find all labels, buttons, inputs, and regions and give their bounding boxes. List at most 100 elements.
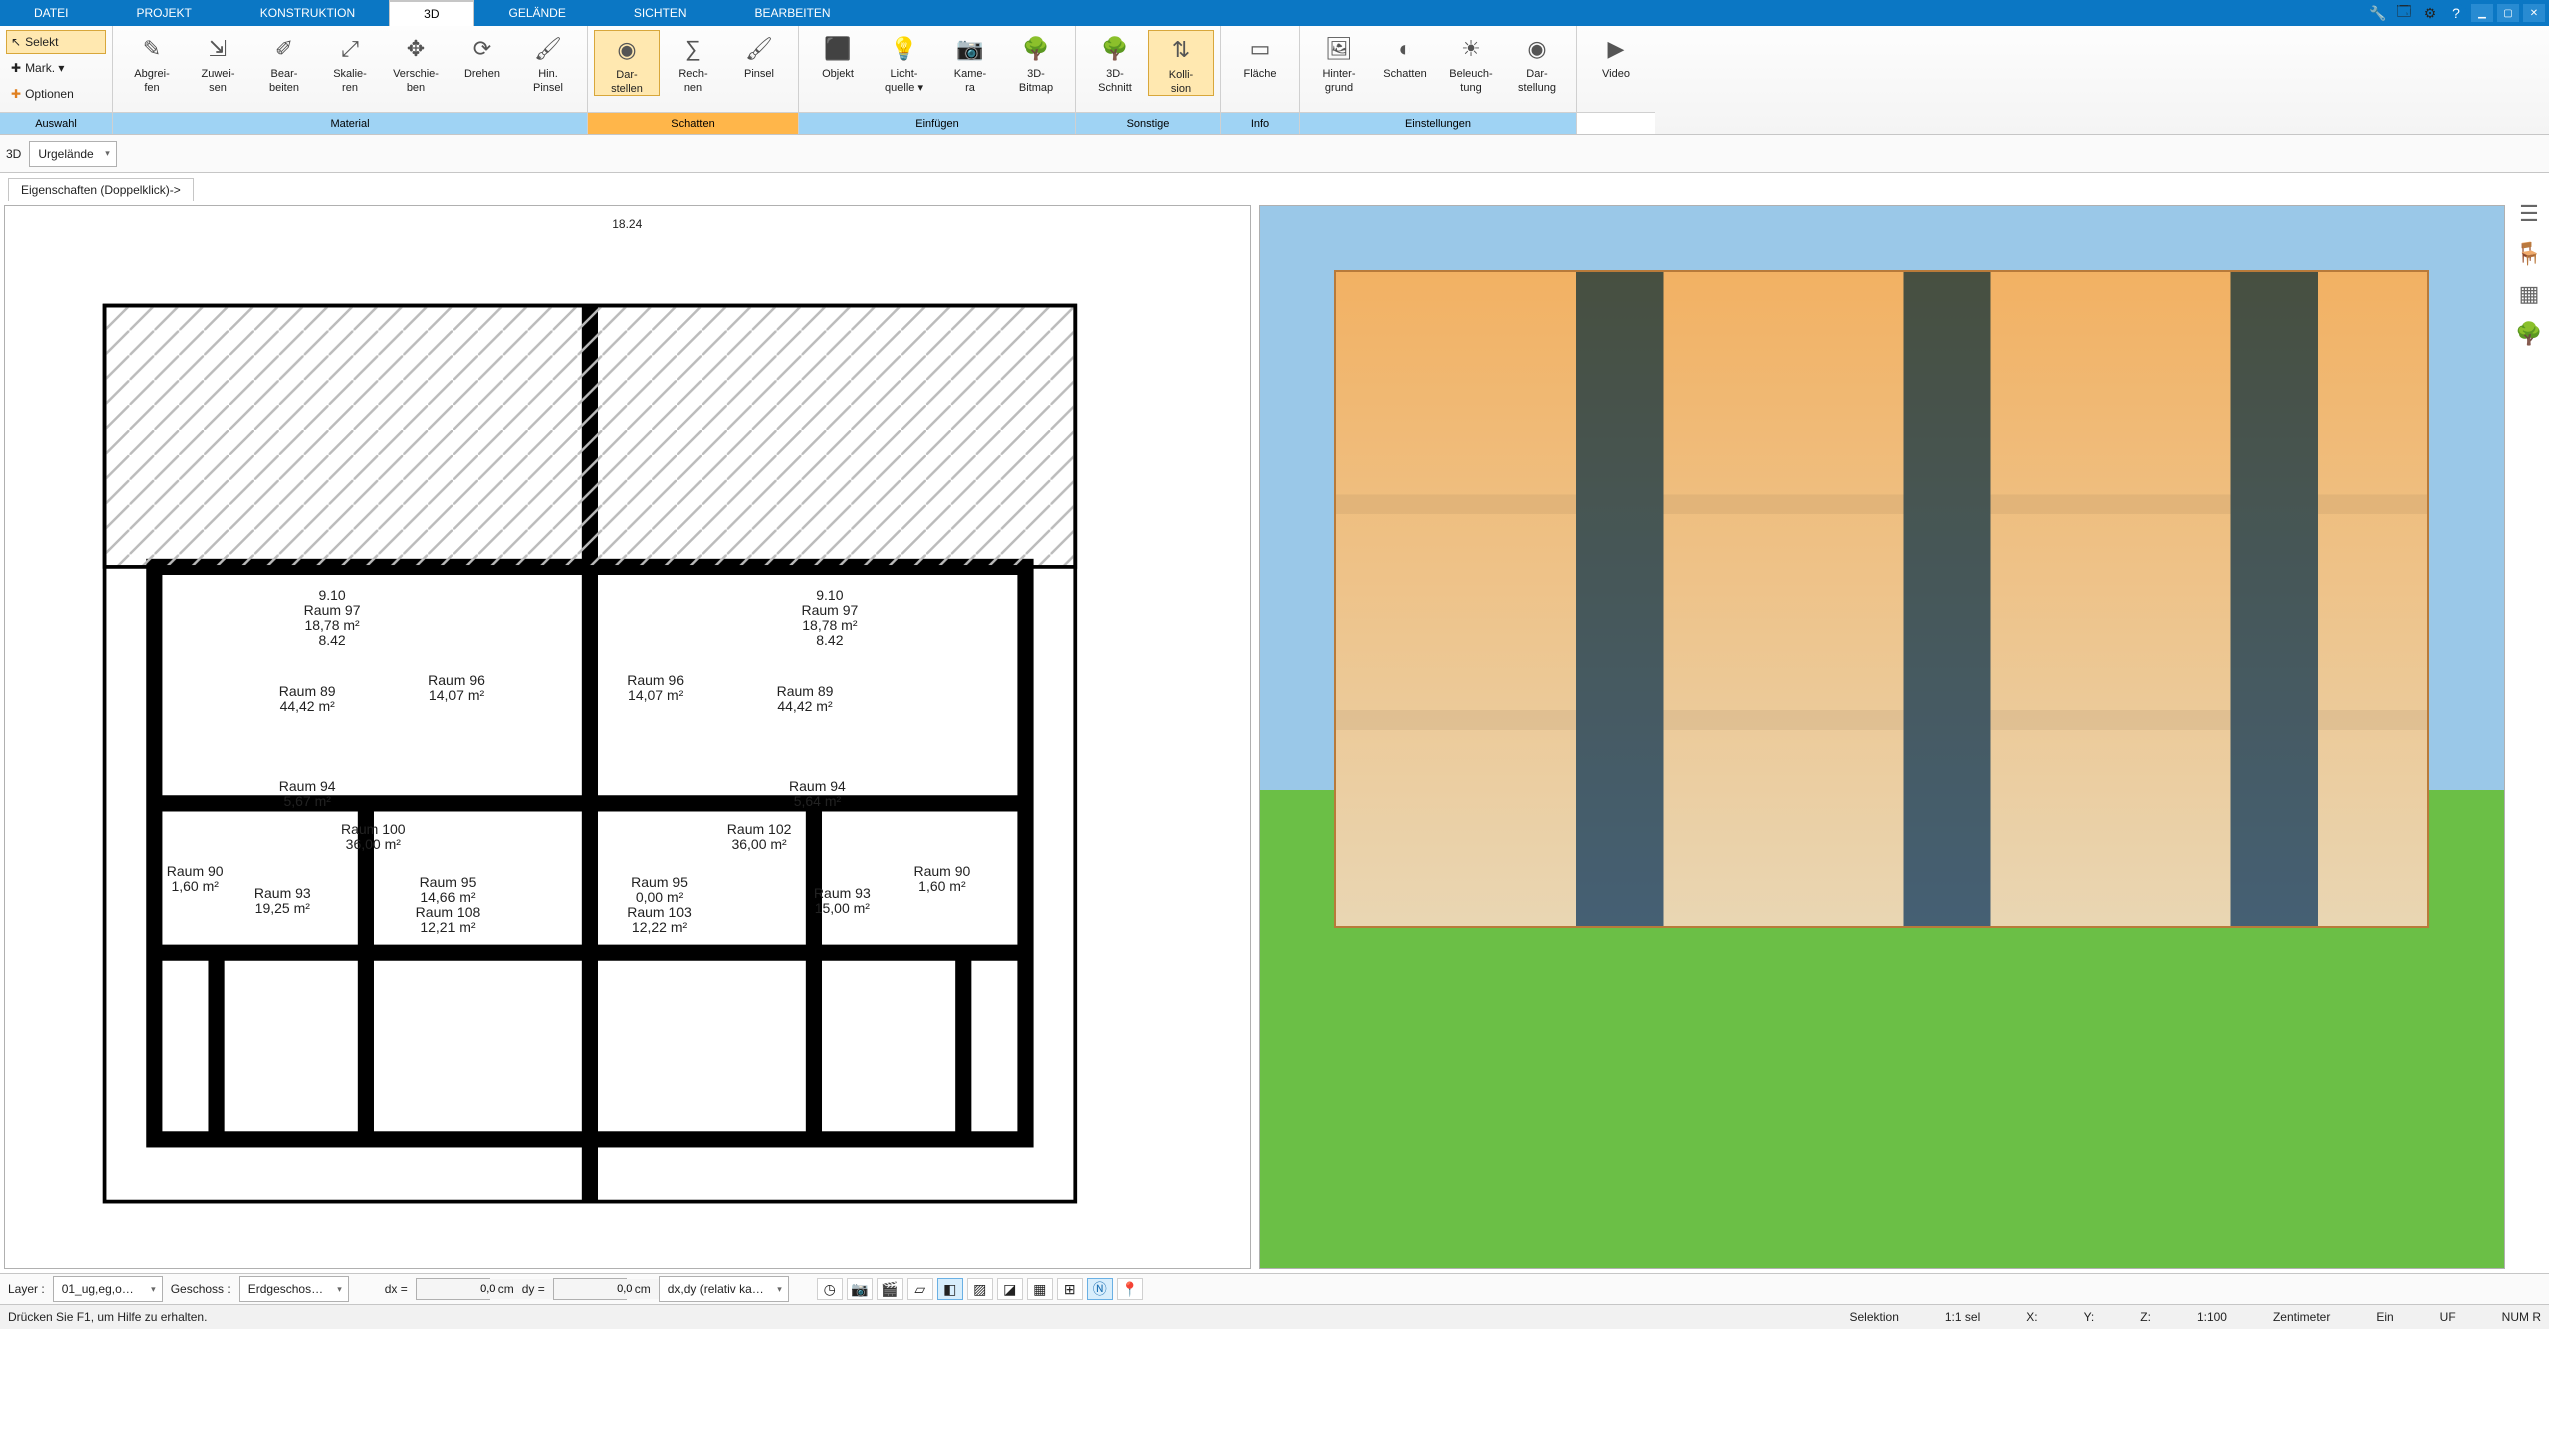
ribbon: ↖Selekt ✚Mark. ▾ ✚Optionen Auswahl ✎Abgr… <box>0 26 2549 135</box>
ribbon-icon: ⟳ <box>465 32 499 66</box>
selekt-button[interactable]: ↖Selekt <box>6 30 106 54</box>
rel-combo[interactable]: dx,dy (relativ ka… <box>659 1276 789 1302</box>
ribbon-btn-einfuegen-3[interactable]: 🌳3D-Bitmap <box>1003 30 1069 94</box>
dy-label: dy = <box>522 1282 545 1296</box>
workspace: 18.24 9.10Raum 9718,78 m²8.42Raum 8944,4… <box>0 201 2509 1273</box>
ribbon-btn-einfuegen-1[interactable]: 💡Licht-quelle ▾ <box>871 30 937 94</box>
ribbon-btn-einst-1[interactable]: ◐Schatten <box>1372 30 1438 82</box>
group-label-auswahl: Auswahl <box>0 112 112 134</box>
ribbon-icon: ◉ <box>610 33 644 67</box>
ribbon-btn-schatten-1[interactable]: ∑Rech-nen <box>660 30 726 94</box>
video-icon[interactable]: 🎬 <box>877 1278 903 1300</box>
ribbon-group-info: ▭Fläche Info <box>1221 26 1300 134</box>
view-b-icon[interactable]: ◧ <box>937 1278 963 1300</box>
properties-tab[interactable]: Eigenschaften (Doppelklick)-> <box>8 178 194 201</box>
ribbon-group-auswahl: ↖Selekt ✚Mark. ▾ ✚Optionen Auswahl <box>0 26 113 134</box>
mark-button[interactable]: ✚Mark. ▾ <box>6 56 106 80</box>
ribbon-btn-einfuegen-2[interactable]: 📷Kame-ra <box>937 30 1003 94</box>
north-icon[interactable]: Ⓝ <box>1087 1278 1113 1300</box>
ribbon-btn-schatten-0[interactable]: ◉Dar-stellen <box>594 30 660 96</box>
ribbon-btn-material-0[interactable]: ✎Abgrei-fen <box>119 30 185 94</box>
context-bar: 3D Urgelände <box>0 135 2549 173</box>
optionen-button[interactable]: ✚Optionen <box>6 82 106 106</box>
group-label-video <box>1577 112 1655 134</box>
ribbon-group-einst: 🖼Hinter-grund◐Schatten☀Beleuch-tung◉Dar-… <box>1300 26 1577 134</box>
layer-combo[interactable]: Urgelände <box>29 141 116 167</box>
layers-icon[interactable]: ☰ <box>2519 201 2539 227</box>
floorplan-svg <box>5 206 1250 1451</box>
ribbon-btn-einst-0[interactable]: 🖼Hinter-grund <box>1306 30 1372 94</box>
menu-sichten[interactable]: SICHTEN <box>600 0 721 26</box>
ribbon-icon: ✥ <box>399 32 433 66</box>
ribbon-btn-material-3[interactable]: ⤢Skalie-ren <box>317 30 383 94</box>
ribbon-btn-schatten-2[interactable]: 🖌Pinsel <box>726 30 792 82</box>
cursor-icon: ↖ <box>11 35 21 49</box>
menu-gelaende[interactable]: GELÄNDE <box>474 0 599 26</box>
room-label: Raum 9614,07 m² <box>428 673 485 703</box>
ribbon-btn-sonstige-1[interactable]: ⇅Kolli-sion <box>1148 30 1214 96</box>
status-bar: Drücken Sie F1, um Hilfe zu erhalten. Se… <box>0 1304 2549 1329</box>
group-label-material: Material <box>113 112 587 134</box>
ribbon-btn-material-5[interactable]: ⟳Drehen <box>449 30 515 82</box>
window-icon[interactable]: 🗔 <box>2393 4 2415 22</box>
ribbon-btn-material-1[interactable]: ⇲Zuwei-sen <box>185 30 251 94</box>
dx-input[interactable]: ▴▾ <box>416 1278 490 1300</box>
ribbon-icon: ◐ <box>1388 32 1422 66</box>
palette-icon[interactable]: ▦ <box>2519 281 2540 307</box>
pin-icon[interactable]: 📍 <box>1117 1278 1143 1300</box>
room-label: 9.10Raum 9718,78 m²8.42 <box>304 588 361 648</box>
maximize-button[interactable]: ▢ <box>2497 4 2519 22</box>
group-label-einfuegen: Einfügen <box>799 112 1075 134</box>
dx-label: dx = <box>385 1282 408 1296</box>
layer-select[interactable]: 01_ug,eg,o… <box>53 1276 163 1302</box>
menu-konstruktion[interactable]: KONSTRUKTION <box>226 0 389 26</box>
minimize-button[interactable]: ▁ <box>2471 4 2493 22</box>
plan-view-pane[interactable]: 18.24 9.10Raum 9718,78 m²8.42Raum 8944,4… <box>4 205 1251 1269</box>
ribbon-btn-material-4[interactable]: ✥Verschie-ben <box>383 30 449 94</box>
geschoss-label: Geschoss : <box>171 1282 231 1296</box>
room-label: Raum 945,67 m² <box>279 779 336 809</box>
menu-bearbeiten[interactable]: BEARBEITEN <box>721 0 865 26</box>
help-icon[interactable]: ? <box>2445 4 2467 22</box>
menu-datei[interactable]: DATEI <box>0 0 102 26</box>
ribbon-icon: ∑ <box>676 32 710 66</box>
settings-icon[interactable]: ⚙ <box>2419 4 2441 22</box>
ribbon-btn-einst-3[interactable]: ◉Dar-stellung <box>1504 30 1570 94</box>
clock-icon[interactable]: ◷ <box>817 1278 843 1300</box>
tree-icon[interactable]: 🌳 <box>2515 321 2542 347</box>
status-ein: Ein <box>2376 1310 2393 1324</box>
menu-3d[interactable]: 3D <box>389 0 474 26</box>
menu-projekt[interactable]: PROJEKT <box>102 0 225 26</box>
plus-icon: ✚ <box>11 87 21 101</box>
geschoss-select[interactable]: Erdgeschos… <box>239 1276 349 1302</box>
view-icon-row: ◷ 📷 🎬 ▱ ◧ ▨ ◪ ▦ ⊞ Ⓝ 📍 <box>817 1278 1143 1300</box>
room-label: Raum 901,60 m² <box>167 864 224 894</box>
group-label-sonstige: Sonstige <box>1076 112 1220 134</box>
ribbon-group-schatten: ◉Dar-stellen∑Rech-nen🖌Pinsel Schatten <box>588 26 799 134</box>
camera-icon[interactable]: 📷 <box>847 1278 873 1300</box>
grid-icon[interactable]: ⊞ <box>1057 1278 1083 1300</box>
view-a-icon[interactable]: ▱ <box>907 1278 933 1300</box>
status-z: Z: <box>2140 1310 2151 1324</box>
dy-input[interactable]: ▴▾ <box>553 1278 627 1300</box>
status-selection: Selektion <box>1850 1310 1899 1324</box>
view-e-icon[interactable]: ▦ <box>1027 1278 1053 1300</box>
3d-view-pane[interactable] <box>1259 205 2506 1269</box>
ribbon-btn-einst-2[interactable]: ☀Beleuch-tung <box>1438 30 1504 94</box>
group-label-info: Info <box>1221 112 1299 134</box>
ribbon-icon: 💡 <box>887 32 921 66</box>
close-button[interactable]: ✕ <box>2523 4 2545 22</box>
view-c-icon[interactable]: ▨ <box>967 1278 993 1300</box>
ribbon-btn-info-0[interactable]: ▭Fläche <box>1227 30 1293 82</box>
ribbon-btn-material-6[interactable]: 🖌Hin.Pinsel <box>515 30 581 94</box>
ribbon-btn-video-0[interactable]: ▶Video <box>1583 30 1649 82</box>
ribbon-btn-material-2[interactable]: ✐Bear-beiten <box>251 30 317 94</box>
ribbon-btn-einfuegen-0[interactable]: ⬛Objekt <box>805 30 871 82</box>
tool-icon[interactable]: 🔧 <box>2367 4 2389 22</box>
ribbon-btn-sonstige-0[interactable]: 🌳3D-Schnitt <box>1082 30 1148 94</box>
property-bar: Eigenschaften (Doppelklick)-> <box>0 173 2549 201</box>
furniture-icon[interactable]: 🪑 <box>2515 241 2542 267</box>
ribbon-icon: ◉ <box>1520 32 1554 66</box>
view-d-icon[interactable]: ◪ <box>997 1278 1023 1300</box>
side-toolbar: ☰ 🪑 ▦ 🌳 <box>2511 201 2547 347</box>
